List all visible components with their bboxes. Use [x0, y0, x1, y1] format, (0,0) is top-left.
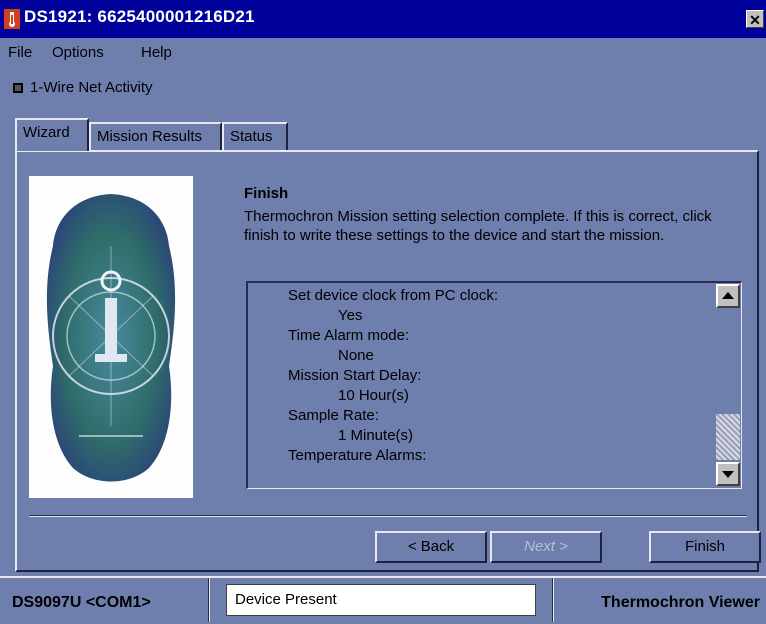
title-bar: DS1921: 6625400001216D21 ✕	[0, 0, 766, 38]
setting-value: 1 Minute(s)	[338, 427, 414, 444]
settings-scrollbar[interactable]	[716, 284, 740, 486]
setting-value: Yes	[338, 307, 363, 324]
button-separator	[29, 515, 747, 517]
back-button[interactable]: < Back	[375, 531, 487, 563]
wizard-description: Thermochron Mission setting selection co…	[244, 208, 712, 244]
setting-label: Set device clock from PC clock:	[288, 287, 499, 304]
setting-value: 10 Hour(s)	[338, 387, 409, 404]
finish-button[interactable]: Finish	[649, 531, 761, 563]
setting-label: Sample Rate:	[288, 407, 379, 424]
status-divider	[552, 578, 554, 622]
status-bar: DS9097U <COM1> Device Present Thermochro…	[0, 576, 766, 624]
setting-label: Time Alarm mode:	[288, 327, 410, 344]
thermometer-app-icon	[4, 9, 20, 29]
adapter-status: DS9097U <COM1>	[12, 594, 151, 611]
status-divider	[208, 578, 210, 622]
close-button[interactable]: ✕	[746, 10, 764, 28]
setting-label: Temperature Alarms:	[288, 447, 427, 464]
tab-wizard[interactable]: Wizard	[15, 118, 89, 151]
window-title: DS1921: 6625400001216D21	[24, 7, 255, 26]
tab-mission-results[interactable]: Mission Results	[89, 122, 222, 150]
scroll-thumb[interactable]	[716, 414, 740, 460]
wizard-heading: Finish	[244, 185, 289, 202]
menu-file[interactable]: File	[8, 44, 32, 61]
menu-options[interactable]: Options	[52, 44, 104, 61]
menu-bar: File Options Help	[0, 38, 766, 68]
setting-label: Mission Start Delay:	[288, 367, 422, 384]
next-button[interactable]: Next >	[490, 531, 602, 563]
tab-status[interactable]: Status	[222, 122, 288, 150]
device-status-field: Device Present	[226, 584, 536, 616]
arrow-down-icon	[722, 471, 734, 478]
scroll-up-button[interactable]	[716, 284, 740, 308]
setting-value: None	[338, 347, 374, 364]
ibutton-logo-image	[29, 176, 193, 498]
activity-label: 1-Wire Net Activity	[30, 79, 153, 96]
settings-listbox[interactable]: Set device clock from PC clock: Yes Time…	[246, 281, 742, 489]
net-activity-row: 1-Wire Net Activity	[0, 72, 766, 102]
app-name-label: Thermochron Viewer	[601, 594, 760, 611]
arrow-up-icon	[722, 292, 734, 299]
menu-help[interactable]: Help	[141, 44, 172, 61]
activity-indicator	[13, 83, 23, 93]
scroll-down-button[interactable]	[716, 462, 740, 486]
